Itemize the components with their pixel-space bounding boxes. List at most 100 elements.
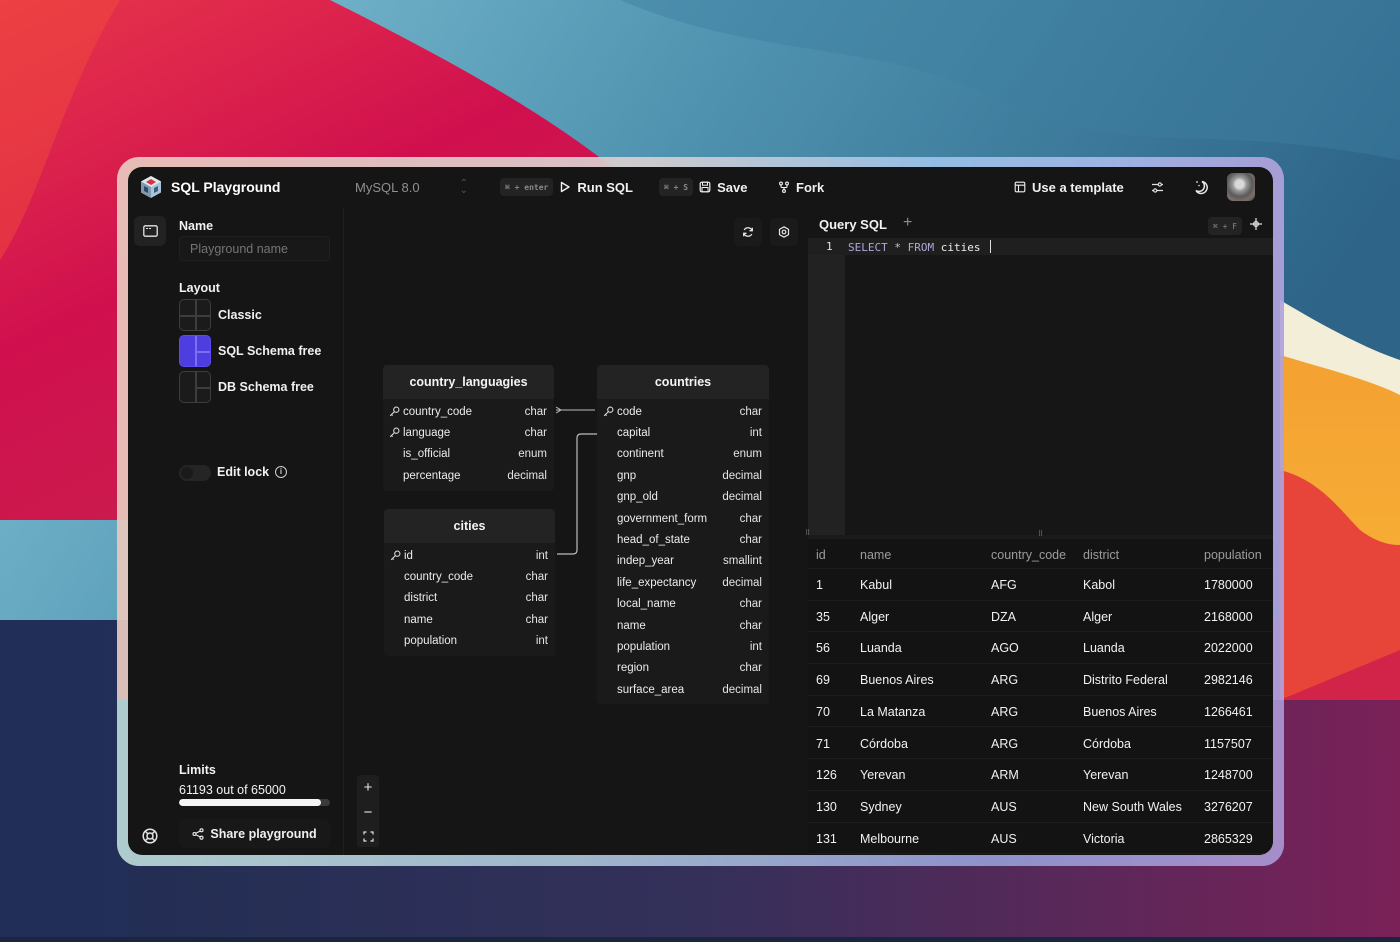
table-column-row[interactable]: percentage decimal xyxy=(383,465,554,486)
database-version-select[interactable]: MySQL 8.0 ⌃ ⌄ xyxy=(346,175,476,199)
table-column-row[interactable]: name char xyxy=(597,615,769,636)
column-name: gnp xyxy=(617,469,637,482)
layout-option-classic[interactable]: Classic xyxy=(179,299,262,331)
add-tab-button[interactable]: + xyxy=(903,214,912,232)
theme-toggle-button[interactable] xyxy=(1188,175,1214,199)
info-icon[interactable]: i xyxy=(275,466,287,478)
zoom-out-button[interactable]: − xyxy=(364,805,373,820)
grip-icon: ⠿ xyxy=(1038,531,1043,538)
table-column-row[interactable]: population int xyxy=(597,636,769,657)
moon-icon xyxy=(1195,180,1208,195)
edit-lock-toggle[interactable] xyxy=(179,465,211,481)
save-button[interactable]: ⌘ + S Save xyxy=(659,175,747,199)
table-column-row[interactable]: capital int xyxy=(597,422,769,443)
select-chevrons-icon: ⌃ ⌄ xyxy=(459,178,468,196)
refresh-diagram-button[interactable] xyxy=(734,218,762,246)
editor-active-line: 1 SELECT * FROM cities xyxy=(808,238,1273,255)
table-column-row[interactable]: population int xyxy=(384,631,555,652)
table-title: countries xyxy=(597,365,769,399)
sidebar-toggle-button[interactable] xyxy=(134,216,166,246)
column-header[interactable]: country_code xyxy=(991,548,1066,562)
fork-button[interactable]: Fork xyxy=(778,175,824,199)
table-column-row[interactable]: code char xyxy=(597,401,769,422)
layout-option-label: DB Schema free xyxy=(218,380,314,394)
table-row[interactable]: 130 Sydney AUS New South Wales 3276207 xyxy=(808,791,1273,823)
table-column-row[interactable]: indep_year smallint xyxy=(597,551,769,572)
table-row[interactable]: 70 La Matanza ARG Buenos Aires 1266461 xyxy=(808,696,1273,728)
key-icon xyxy=(389,406,400,417)
sparkle-ai-icon[interactable] xyxy=(1249,217,1263,231)
table-column-row[interactable]: district char xyxy=(384,588,555,609)
run-sql-button[interactable]: ⌘ + enter Run SQL xyxy=(500,175,633,199)
panel-resize-grip-icon[interactable]: ⠿ xyxy=(805,529,810,537)
table-column-row[interactable]: id int xyxy=(384,545,555,566)
refresh-icon xyxy=(743,227,753,237)
layout-option-sql-schema-free[interactable]: SQL Schema free xyxy=(179,335,321,367)
column-header[interactable]: id xyxy=(816,548,826,562)
user-avatar[interactable] xyxy=(1227,173,1255,201)
table-column-row[interactable]: continent enum xyxy=(597,444,769,465)
share-playground-button[interactable]: Share playground xyxy=(179,819,330,848)
table-cities[interactable]: cities id int country_code char district char… xyxy=(384,509,555,656)
table-column-row[interactable]: head_of_state char xyxy=(597,529,769,550)
fit-view-icon[interactable] xyxy=(362,830,374,842)
zoom-in-button[interactable]: + xyxy=(364,780,373,795)
layout-option-db-schema-free[interactable]: DB Schema free xyxy=(179,371,314,403)
use-template-button[interactable]: Use a template xyxy=(1014,175,1124,199)
table-cell: Yerevan xyxy=(860,768,906,783)
schema-diagram-canvas[interactable]: country_languagies country_code char langu… xyxy=(345,207,805,855)
column-type: enum xyxy=(733,448,762,461)
run-shortcut-hint: ⌘ + enter xyxy=(500,178,554,196)
table-cell: 56 xyxy=(816,641,830,656)
column-type: decimal xyxy=(722,576,762,589)
table-cell: 3276207 xyxy=(1204,799,1253,814)
table-column-row[interactable]: region char xyxy=(597,658,769,679)
table-row[interactable]: 35 Alger DZA Alger 2168000 xyxy=(808,601,1273,633)
table-columns: country_code char language char is_official e… xyxy=(383,399,554,491)
table-cell: 2168000 xyxy=(1204,609,1253,624)
table-cell: Melbourne xyxy=(860,831,920,846)
column-header[interactable]: name xyxy=(860,548,891,562)
table-row[interactable]: 71 Córdoba ARG Córdoba 1157507 xyxy=(808,728,1273,760)
table-row[interactable]: 1 Kabul AFG Kabol 1780000 xyxy=(808,569,1273,601)
table-cell: Luanda xyxy=(860,641,902,656)
column-name: country_code xyxy=(403,405,473,418)
tab-query-sql[interactable]: Query SQL xyxy=(819,217,887,232)
table-column-row[interactable]: surface_area decimal xyxy=(597,679,769,700)
table-row[interactable]: 126 Yerevan ARM Yerevan 1248700 xyxy=(808,759,1273,791)
column-type: int xyxy=(749,427,762,440)
table-row[interactable]: 56 Luanda AGO Luanda 2022000 xyxy=(808,632,1273,665)
window-panel-icon xyxy=(142,225,158,237)
database-version-value: MySQL 8.0 xyxy=(355,179,420,195)
column-type: char xyxy=(525,613,548,626)
sql-query-text[interactable]: SELECT * FROM cities xyxy=(848,240,992,254)
table-column-row[interactable]: name char xyxy=(384,609,555,630)
diagram-settings-button[interactable] xyxy=(770,218,798,246)
table-cell: 1 xyxy=(816,578,823,592)
playground-name-input[interactable] xyxy=(179,236,330,261)
table-column-row[interactable]: country_code char xyxy=(384,566,555,587)
column-header[interactable]: population xyxy=(1204,548,1262,562)
table-column-row[interactable]: gnp decimal xyxy=(597,465,769,486)
table-column-row[interactable]: country_code char xyxy=(383,401,554,422)
table-cell: New South Wales xyxy=(1083,799,1182,814)
key-icon xyxy=(603,406,614,417)
top-bar: SQL Playground MySQL 8.0 ⌃ ⌄ ⌘ + enter Ru… xyxy=(128,167,1273,207)
table-row[interactable]: 69 Buenos Aires ARG Distrito Federal 2982146 xyxy=(808,664,1273,696)
table-column-row[interactable]: language char xyxy=(383,422,554,443)
column-type: char xyxy=(525,571,548,584)
sql-editor[interactable] xyxy=(845,238,1273,535)
table-country-languagies[interactable]: country_languagies country_code char langu… xyxy=(383,365,554,491)
settings-sliders-button[interactable] xyxy=(1144,175,1170,199)
table-countries[interactable]: countries code char capital int continent enu… xyxy=(597,365,769,705)
table-row[interactable]: 131 Melbourne AUS Victoria 2865329 xyxy=(808,823,1273,855)
table-column-row[interactable]: life_expectancy decimal xyxy=(597,572,769,593)
table-column-row[interactable]: gnp_old decimal xyxy=(597,487,769,508)
table-column-row[interactable]: local_name char xyxy=(597,594,769,615)
table-column-row[interactable]: government_form char xyxy=(597,508,769,529)
app-title: SQL Playground xyxy=(171,179,281,195)
column-header[interactable]: district xyxy=(1083,548,1119,562)
column-type: char xyxy=(739,662,762,675)
lifebuoy-help-icon[interactable] xyxy=(142,828,158,844)
table-column-row[interactable]: is_official enum xyxy=(383,444,554,465)
